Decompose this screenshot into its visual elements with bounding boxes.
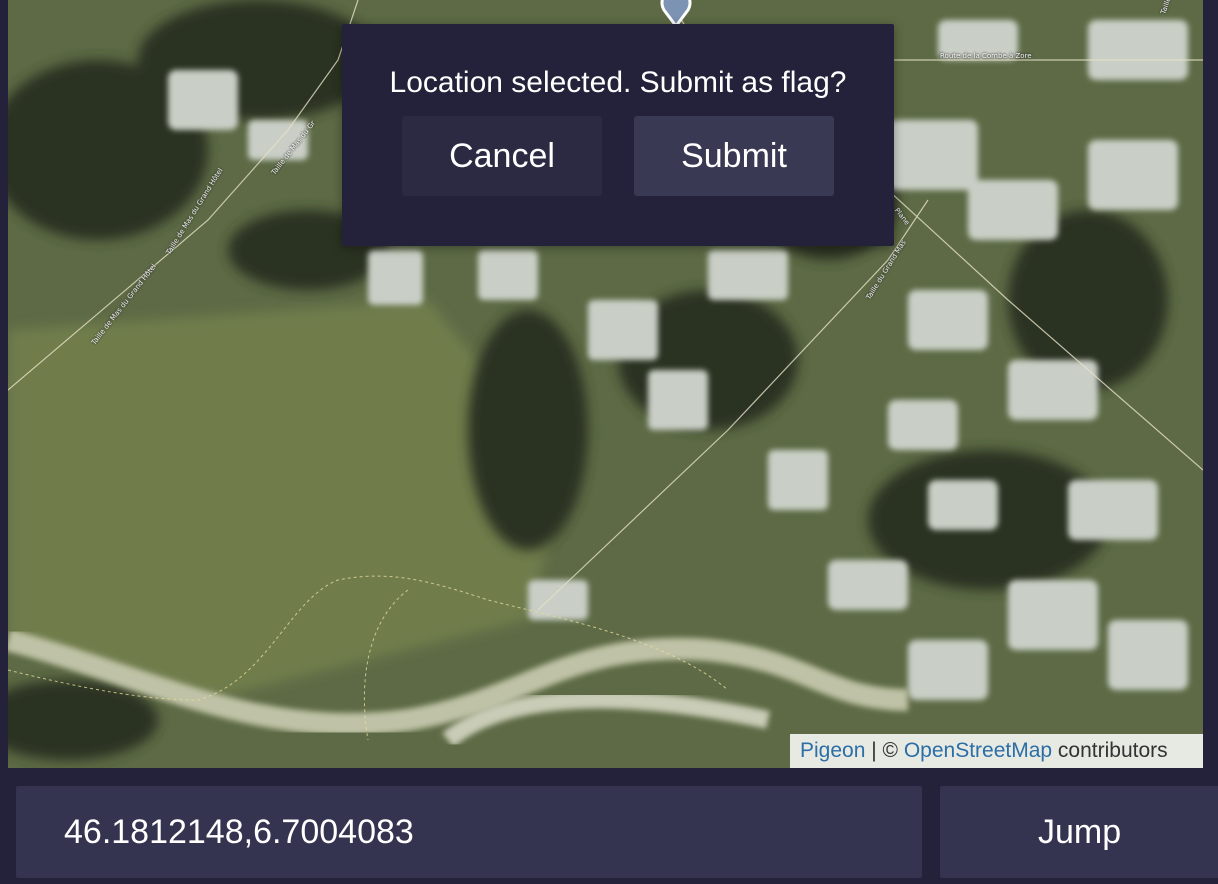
pigeon-link[interactable]: Pigeon (800, 739, 865, 762)
dialog-title: Location selected. Submit as flag? (389, 66, 847, 99)
coordinates-input[interactable] (16, 786, 922, 878)
submit-button[interactable]: Submit (634, 116, 834, 196)
openstreetmap-link[interactable]: OpenStreetMap (904, 739, 1052, 762)
submit-flag-dialog: Location selected. Submit as flag? Cance… (342, 24, 894, 246)
road-label: Route de la Combe à Zore (940, 52, 1032, 60)
attribution-separator: | © (865, 739, 904, 762)
attribution-suffix: contributors (1052, 739, 1168, 762)
jump-button[interactable]: Jump (940, 786, 1218, 878)
cancel-button[interactable]: Cancel (402, 116, 602, 196)
app-root: Taille de Mas du Grand Hôtel Taille de M… (0, 0, 1218, 884)
map-attribution: Pigeon | © OpenStreetMap contributors (790, 734, 1203, 768)
